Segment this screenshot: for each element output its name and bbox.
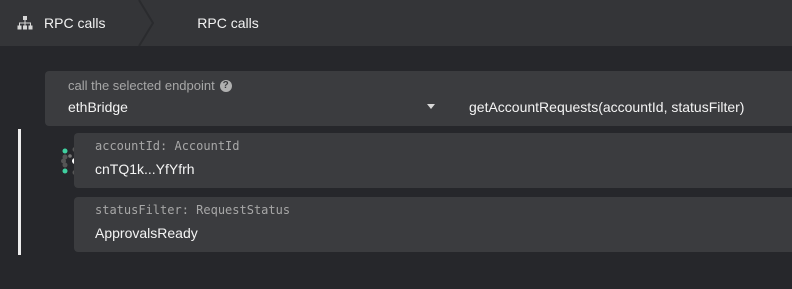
breadcrumb-separator-icon	[138, 0, 155, 46]
tab-rpc-calls-label: RPC calls	[197, 15, 259, 31]
param-account-id[interactable]: accountId: AccountId cnTQ1k...YfYfrh	[74, 133, 792, 188]
network-icon	[17, 16, 33, 30]
account-id-value[interactable]: cnTQ1k...YfYfrh	[95, 161, 195, 177]
endpoint-selector: call the selected endpoint ? ethBridge g…	[45, 71, 792, 126]
top-navigation: RPC calls RPC calls	[0, 0, 792, 46]
tab-rpc-calls[interactable]: RPC calls	[158, 0, 298, 46]
endpoint-label: call the selected endpoint ?	[68, 78, 232, 93]
rpc-call-form: call the selected endpoint ? ethBridge g…	[0, 46, 792, 289]
method-dropdown[interactable]: getAccountRequests(accountId, statusFilt…	[469, 99, 744, 115]
endpoint-label-text: call the selected endpoint	[68, 78, 215, 93]
param-status-filter[interactable]: statusFilter: RequestStatus ApprovalsRea…	[74, 197, 792, 252]
param-label: statusFilter: RequestStatus	[95, 203, 291, 217]
help-icon[interactable]: ?	[219, 79, 232, 92]
params-indicator-bar	[18, 129, 21, 255]
section-dropdown[interactable]: ethBridge	[68, 99, 128, 115]
status-filter-value[interactable]: ApprovalsReady	[95, 225, 198, 241]
nav-section-rpc-calls[interactable]: RPC calls	[0, 0, 150, 46]
param-label: accountId: AccountId	[95, 139, 240, 153]
nav-section-label: RPC calls	[44, 15, 106, 31]
chevron-down-icon[interactable]	[427, 104, 435, 109]
